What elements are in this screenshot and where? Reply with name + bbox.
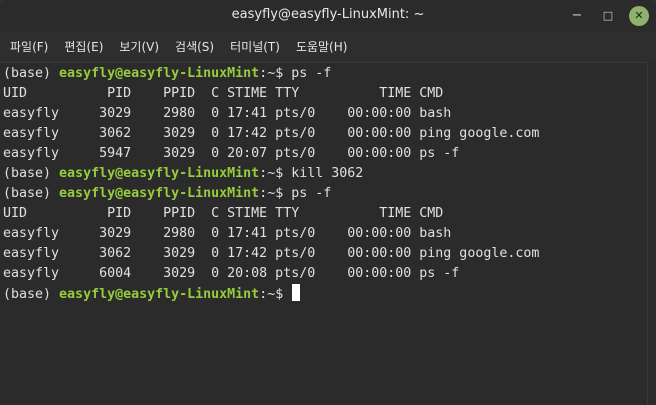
prompt-env: (base): [3, 66, 60, 81]
output-line: easyfly 3029 2980 0 17:41 pts/0 00:00:00…: [3, 226, 452, 241]
prompt-user-host: easyfly@easyfly-LinuxMint: [59, 186, 260, 201]
output-line: easyfly 5947 3029 0 20:07 pts/0 00:00:00…: [3, 146, 460, 161]
prompt-path-symbol: :~$: [259, 166, 292, 181]
menu-view[interactable]: 보기(V): [111, 38, 167, 55]
prompt-env: (base): [3, 186, 60, 201]
prompt-line: (base) easyfly@easyfly-LinuxMint:~$ kill…: [3, 164, 539, 184]
menu-search[interactable]: 검색(S): [167, 38, 222, 55]
prompt-line: (base) easyfly@easyfly-LinuxMint:~$ ps -…: [3, 184, 539, 204]
maximize-button[interactable]: □: [598, 6, 618, 26]
prompt-env: (base): [3, 287, 60, 302]
prompt-line: (base) easyfly@easyfly-LinuxMint:~$ ps -…: [3, 64, 539, 84]
prompt-line: (base) easyfly@easyfly-LinuxMint:~$: [3, 284, 539, 304]
terminal-output[interactable]: (base) easyfly@easyfly-LinuxMint:~$ ps -…: [0, 62, 647, 405]
close-button[interactable]: ✕: [629, 6, 649, 26]
output-line: easyfly 3029 2980 0 17:41 pts/0 00:00:00…: [3, 106, 452, 121]
scrollbar[interactable]: [647, 62, 656, 405]
prompt-user-host: easyfly@easyfly-LinuxMint: [59, 287, 260, 302]
prompt-path-symbol: :~$: [259, 186, 292, 201]
output-line: UID PID PPID C STIME TTY TIME CMD: [3, 86, 444, 101]
output-line: easyfly 6004 3029 0 20:08 pts/0 00:00:00…: [3, 266, 460, 281]
output-line: UID PID PPID C STIME TTY TIME CMD: [3, 206, 444, 221]
prompt-user-host: easyfly@easyfly-LinuxMint: [59, 166, 260, 181]
window-title: easyfly@easyfly-LinuxMint: ~: [231, 7, 425, 22]
prompt-env: (base): [3, 166, 60, 181]
title-bar[interactable]: easyfly@easyfly-LinuxMint: ~ − □ ✕: [0, 0, 656, 32]
output-line: easyfly 3062 3029 0 17:42 pts/0 00:00:00…: [3, 126, 540, 141]
output-line: easyfly 3062 3029 0 17:42 pts/0 00:00:00…: [3, 246, 540, 261]
menu-help[interactable]: 도움말(H): [288, 38, 356, 55]
command-text: ps -f: [291, 66, 332, 81]
prompt-path-symbol: :~$: [259, 66, 292, 81]
menu-file[interactable]: 파일(F): [2, 38, 56, 55]
menu-terminal[interactable]: 터미널(T): [222, 38, 288, 55]
prompt-user-host: easyfly@easyfly-LinuxMint: [59, 66, 260, 81]
menu-edit[interactable]: 편집(E): [56, 38, 111, 55]
text-cursor: [292, 284, 301, 301]
terminal-lines: (base) easyfly@easyfly-LinuxMint:~$ ps -…: [3, 64, 539, 304]
command-text: ps -f: [291, 186, 332, 201]
minimize-button[interactable]: −: [567, 6, 587, 26]
prompt-path-symbol: :~$: [259, 287, 292, 302]
command-text: kill 3062: [291, 166, 364, 181]
terminal-window: easyfly@easyfly-LinuxMint: ~ − □ ✕ 파일(F)…: [0, 0, 656, 405]
menu-bar: 파일(F) 편집(E) 보기(V) 검색(S) 터미널(T) 도움말(H): [0, 32, 656, 60]
